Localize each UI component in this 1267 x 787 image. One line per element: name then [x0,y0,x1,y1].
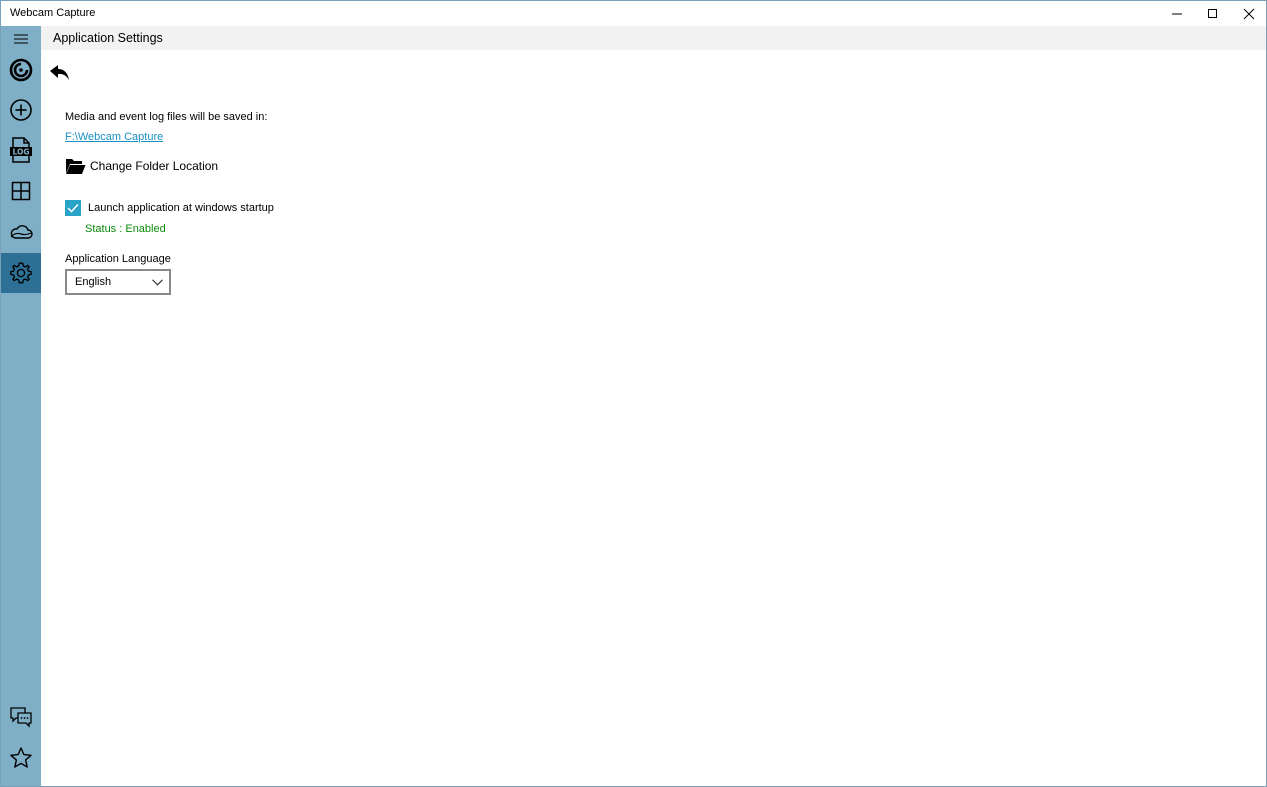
log-badge: LOG [12,148,29,157]
folder-path-link[interactable]: F:\Webcam Capture [65,131,163,143]
checkmark-icon [67,203,79,213]
language-dropdown[interactable]: English [65,269,171,295]
sidebar-item-cloud[interactable] [1,212,41,252]
star-icon [10,747,32,768]
grid-icon [11,181,31,201]
startup-label: Launch application at windows startup [88,202,274,214]
chat-icon [10,707,32,728]
add-circle-icon [10,99,32,121]
sidebar-item-rate[interactable] [1,738,41,778]
sidebar-item-feedback[interactable] [1,697,41,737]
change-folder-button[interactable]: Change Folder Location [65,156,218,176]
startup-checkbox[interactable] [65,200,81,216]
window-title: Webcam Capture [10,7,96,19]
close-icon [1243,8,1255,19]
change-folder-label: Change Folder Location [90,159,219,173]
maximize-icon [1208,8,1217,18]
sidebar-item-log[interactable]: LOG [1,130,41,170]
startup-status: Status : Enabled [85,223,166,235]
page-title: Application Settings [53,31,163,45]
sidebar-item-grid[interactable] [1,171,41,211]
capture-icon [9,58,33,82]
page-header: Application Settings [41,26,1266,50]
title-bar: Webcam Capture [1,1,1266,26]
sidebar-item-menu[interactable] [1,26,41,51]
sidebar-item-capture[interactable] [1,50,41,90]
cloud-icon [10,225,33,239]
close-button[interactable] [1231,1,1267,26]
back-button[interactable] [49,63,71,85]
sidebar-nav: LOG [1,26,41,786]
hamburger-menu-icon [14,33,28,44]
maximize-button[interactable] [1195,1,1231,26]
sidebar-item-add[interactable] [1,90,41,130]
gear-icon [10,262,32,284]
save-location-label: Media and event log files will be saved … [65,111,268,123]
language-label: Application Language [65,253,171,265]
app-window: Webcam Capture LOG Application Settings … [0,0,1267,787]
sidebar-item-settings[interactable] [1,253,41,293]
log-file-icon: LOG [10,137,32,163]
folder-open-icon [66,159,86,174]
back-arrow-icon [50,65,69,80]
startup-checkbox-row[interactable]: Launch application at windows startup [65,200,274,216]
chevron-down-icon [152,278,163,286]
minimize-button[interactable] [1159,1,1195,26]
minimize-icon [1172,13,1182,14]
language-selected-value: English [75,276,112,288]
